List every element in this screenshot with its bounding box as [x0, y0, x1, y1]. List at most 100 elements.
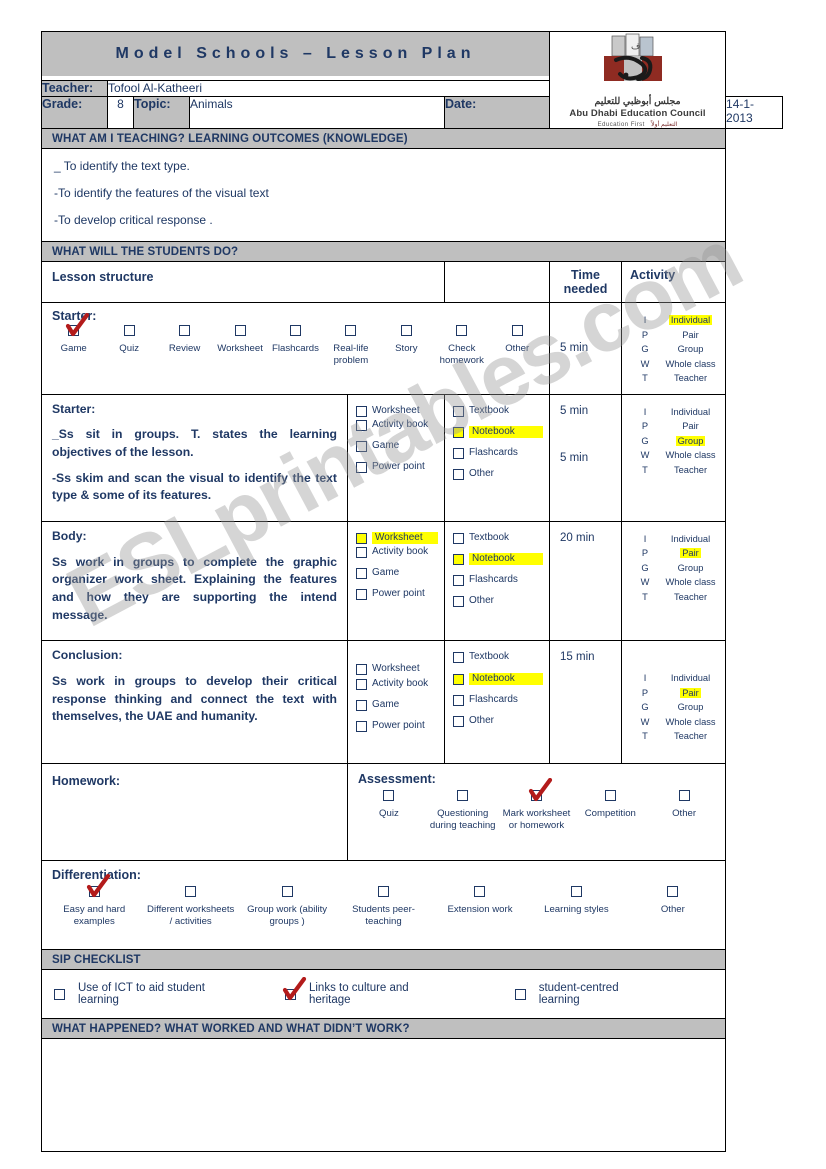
option-item[interactable]: Story [379, 325, 434, 367]
checkbox[interactable] [179, 325, 191, 336]
grade-field[interactable]: 8 [107, 96, 134, 129]
checkbox[interactable] [453, 554, 464, 566]
activity-value[interactable]: Whole class [662, 357, 719, 372]
option-item[interactable]: Learning styles [528, 886, 624, 928]
checkbox[interactable] [453, 652, 464, 664]
option-item[interactable]: Extension work [432, 886, 528, 928]
activity-value[interactable]: Individual [662, 405, 719, 420]
sip-item[interactable]: student-centred learning [514, 982, 655, 1006]
activity-value[interactable]: Teacher [662, 729, 719, 744]
option-item[interactable]: Students peer-teaching [335, 886, 431, 928]
option-item[interactable]: Different worksheets / activities [142, 886, 238, 928]
checkbox[interactable] [356, 405, 367, 417]
row-starter-text[interactable]: Starter: _Ss sit in groups. T. states th… [42, 395, 347, 521]
checkbox[interactable] [356, 419, 367, 431]
option-item[interactable]: Check homework [434, 325, 489, 367]
resource-item[interactable]: Flashcards [453, 447, 543, 459]
row-resources-b[interactable]: Textbook Notebook Flashcards Other [445, 641, 549, 744]
checkbox[interactable] [453, 596, 464, 608]
row-activity-grid[interactable]: I P G W T Individual Pair Group Whole class Teach… [622, 395, 725, 486]
resource-item[interactable]: Flashcards [453, 574, 543, 587]
checkbox[interactable] [453, 673, 464, 685]
option-item[interactable]: Worksheet [212, 325, 267, 367]
resource-item[interactable]: Activity book [356, 546, 438, 559]
activity-value[interactable]: Group [662, 561, 719, 576]
checkbox[interactable] [356, 440, 367, 452]
resource-item[interactable]: Other [453, 715, 543, 727]
option-item[interactable]: Other [647, 790, 721, 832]
row-activity-grid[interactable]: I P G W T Individual Pair Group Whole class Teach… [622, 522, 725, 613]
sip-item[interactable]: Use of ICT to aid student learning [54, 982, 239, 1006]
row-activity-grid[interactable]: I P G W T Individual Pair Group Whole class Teach… [622, 641, 725, 752]
activity-value[interactable]: Pair [662, 328, 719, 343]
checkbox[interactable] [356, 720, 367, 732]
sip-item[interactable]: Links to culture and heritage [282, 976, 445, 1006]
checkbox[interactable] [514, 988, 526, 1000]
option-item[interactable]: Competition [573, 790, 647, 832]
resource-item[interactable]: Textbook [453, 405, 543, 417]
option-item[interactable]: Flashcards [268, 325, 323, 367]
checkbox[interactable] [456, 325, 468, 336]
row-resources-a[interactable]: Worksheet Activity book Game Power point [348, 522, 444, 618]
checkbox[interactable] [356, 568, 367, 580]
option-item[interactable]: Other [625, 886, 721, 928]
activity-value[interactable]: Group [662, 434, 719, 449]
row-resources-a[interactable]: Worksheet Activity book Game Power point [348, 395, 444, 491]
activity-value[interactable]: Group [662, 700, 719, 715]
row-body-text[interactable]: Body: Ss work in groups to complete the … [42, 522, 347, 640]
activity-value[interactable]: Teacher [662, 590, 719, 605]
resource-item[interactable]: Game [356, 440, 438, 452]
row-resources-b[interactable]: Textbook Notebook Flashcards Other [445, 522, 549, 625]
resource-item[interactable]: Notebook [453, 672, 543, 685]
activity-value[interactable]: Whole class [662, 448, 719, 463]
checkbox[interactable] [667, 886, 679, 898]
checkbox[interactable] [356, 532, 367, 544]
row-resources-b[interactable]: Textbook Notebook Flashcards Other [445, 395, 549, 498]
resource-item[interactable]: Textbook [453, 532, 543, 544]
reflection-field[interactable] [42, 1039, 725, 1151]
checkbox[interactable] [66, 313, 90, 337]
checkbox[interactable] [453, 532, 464, 544]
checkbox[interactable] [570, 886, 582, 898]
resource-item[interactable]: Activity book [356, 419, 438, 431]
checkbox[interactable] [356, 678, 367, 690]
topic-field[interactable]: Animals [189, 96, 445, 129]
resource-item[interactable]: Other [453, 595, 543, 608]
resource-item[interactable]: Notebook [453, 425, 543, 438]
checkbox[interactable] [378, 886, 390, 898]
checkbox[interactable] [383, 790, 395, 802]
resource-item[interactable]: Worksheet [356, 663, 438, 676]
option-item[interactable]: Questioning during teaching [426, 790, 500, 832]
checkbox[interactable] [356, 461, 367, 473]
activity-value[interactable]: Whole class [662, 575, 719, 590]
activity-value[interactable]: Pair [662, 419, 719, 434]
resource-item[interactable]: Power point [356, 461, 438, 473]
checkbox[interactable] [453, 405, 464, 417]
assessment-options-row[interactable]: Quiz Questioning during teaching Mark work… [348, 778, 725, 840]
checkbox[interactable] [86, 874, 110, 898]
resource-item[interactable]: Power point [356, 588, 438, 601]
starter-options-row[interactable]: Game Quiz Review Worksheet Flashcards Real-li… [42, 313, 549, 375]
teacher-field[interactable]: Tofool Al-Katheeri [107, 80, 550, 98]
checkbox[interactable] [453, 447, 464, 459]
checkbox[interactable] [474, 886, 486, 898]
option-item[interactable]: Quiz [352, 790, 426, 832]
resource-item[interactable]: Game [356, 699, 438, 711]
activity-value[interactable]: Group [662, 342, 719, 357]
starter-activity-grid[interactable]: I P G W T Individual Pair Group Whole class Teach… [622, 303, 725, 394]
checkbox[interactable] [453, 575, 464, 587]
learning-outcomes-body[interactable]: _ To identify the text type. -To identif… [42, 149, 725, 241]
resource-item[interactable]: Game [356, 567, 438, 580]
checkbox[interactable] [528, 778, 553, 802]
checkbox[interactable] [345, 325, 357, 336]
option-item[interactable]: Group work (ability groups ) [239, 886, 335, 928]
option-item[interactable]: Review [157, 325, 212, 367]
row-resources-a[interactable]: Worksheet Activity book Game Power point [348, 641, 444, 749]
date-field[interactable]: 14-1- 2013 [725, 96, 783, 129]
checkbox[interactable] [356, 547, 367, 559]
option-item[interactable]: Other [490, 325, 545, 367]
checkbox[interactable] [282, 976, 307, 1000]
option-item[interactable]: Easy and hard examples [46, 874, 142, 928]
resource-item[interactable]: Activity book [356, 678, 438, 690]
checkbox[interactable] [453, 715, 464, 727]
